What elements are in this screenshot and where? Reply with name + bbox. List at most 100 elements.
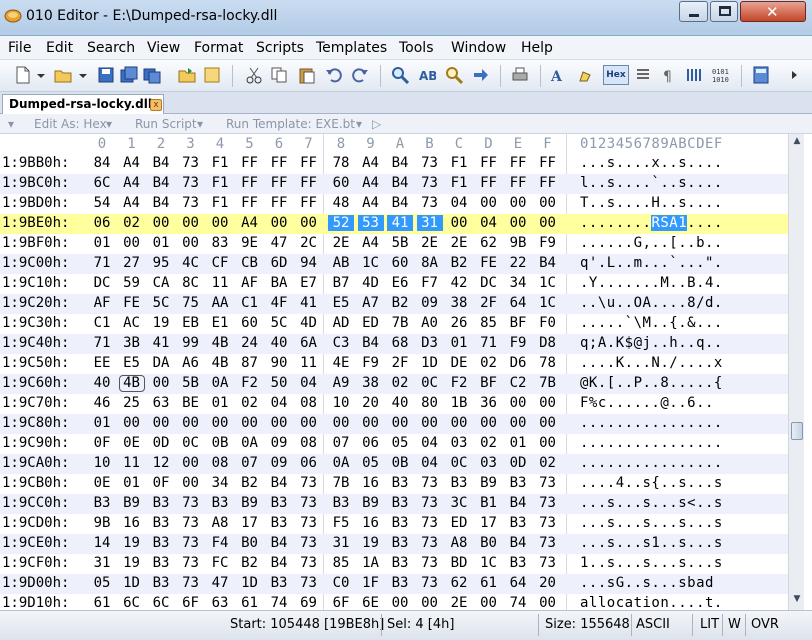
hex-byte[interactable]: D3 bbox=[417, 335, 443, 351]
hex-byte[interactable]: AA bbox=[207, 295, 233, 311]
hex-byte[interactable]: FF bbox=[237, 195, 263, 211]
hex-byte[interactable]: 00 bbox=[296, 215, 322, 231]
hex-byte[interactable]: F5 bbox=[328, 515, 354, 531]
maximize-button[interactable] bbox=[710, 1, 738, 22]
hex-byte[interactable]: 00 bbox=[535, 215, 561, 231]
hex-byte[interactable]: B4 bbox=[535, 255, 561, 271]
char-encoding[interactable]: ASCII bbox=[636, 617, 670, 632]
copy-icon[interactable] bbox=[270, 66, 288, 84]
hex-byte[interactable]: 73 bbox=[417, 575, 443, 591]
run-script-chevron-icon[interactable]: ▾ bbox=[197, 117, 203, 131]
paste-icon[interactable] bbox=[298, 66, 316, 84]
hex-byte[interactable]: 2E bbox=[328, 235, 354, 251]
hex-editor[interactable]: 0123456789ABCDEF 0123456789ABCDEF 1:9BB0… bbox=[0, 134, 788, 611]
calculator-icon[interactable] bbox=[752, 66, 770, 84]
hex-byte[interactable]: 0D bbox=[148, 435, 174, 451]
hex-byte[interactable]: 00 bbox=[266, 215, 292, 231]
save-icon[interactable] bbox=[97, 66, 115, 84]
hex-byte[interactable]: 17 bbox=[476, 515, 502, 531]
menu-window[interactable]: Window bbox=[451, 40, 506, 56]
hex-row[interactable]: 1:9C20h: AF FE 5C 75 AA C1 4F 41 E5 A7 B2 09 38 2F 64 1C… bbox=[0, 294, 788, 314]
hex-byte[interactable]: 07 bbox=[237, 455, 263, 471]
hex-byte[interactable]: 0D bbox=[505, 455, 531, 471]
hex-byte[interactable]: 73 bbox=[417, 515, 443, 531]
run-template-play-icon[interactable]: ▷ bbox=[372, 117, 381, 131]
hex-byte[interactable]: 00 bbox=[207, 415, 233, 431]
hex-byte[interactable]: B3 bbox=[148, 555, 174, 571]
hex-row[interactable]: 1:9CD0h: 9B 16 B3 73 A8 17 B3 73 F5 16 B3 73 ED 17 B3 73… bbox=[0, 514, 788, 534]
hex-byte[interactable]: FF bbox=[296, 175, 322, 191]
hex-byte[interactable]: B4 bbox=[148, 155, 174, 171]
hex-byte[interactable]: 36 bbox=[476, 395, 502, 411]
hex-byte[interactable]: B4 bbox=[387, 195, 413, 211]
hex-byte[interactable]: E5 bbox=[328, 295, 354, 311]
hex-byte[interactable]: 08 bbox=[207, 455, 233, 471]
hex-byte[interactable]: 11 bbox=[207, 275, 233, 291]
hex-byte[interactable]: B4 bbox=[505, 495, 531, 511]
hex-byte[interactable]: 4D bbox=[296, 315, 322, 331]
ascii-text[interactable]: T..s....H..s.... bbox=[580, 195, 723, 211]
hex-byte[interactable]: B2 bbox=[446, 255, 472, 271]
hex-byte[interactable]: 9B bbox=[89, 515, 115, 531]
hex-byte[interactable]: B1 bbox=[476, 495, 502, 511]
hex-byte[interactable]: 04 bbox=[296, 375, 322, 391]
file-tab[interactable]: Dumped-rsa-locky.dll x bbox=[2, 94, 164, 115]
hex-byte[interactable]: 73 bbox=[535, 515, 561, 531]
hex-byte[interactable]: B9 bbox=[119, 495, 145, 511]
hex-row[interactable]: 1:9C60h: 40 4B 00 5B 0A F2 50 04 A9 38 02 0C F2 BF C2 7B… bbox=[0, 374, 788, 394]
hex-byte[interactable]: B9 bbox=[476, 475, 502, 491]
edit-as-chevron-icon[interactable]: ▾ bbox=[106, 117, 112, 131]
hex-byte[interactable]: 42 bbox=[446, 275, 472, 291]
hex-byte[interactable]: 31 bbox=[328, 535, 354, 551]
ascii-text[interactable]: F%c......@..6.. bbox=[580, 395, 714, 411]
hex-byte[interactable]: 02 bbox=[476, 435, 502, 451]
hex-byte[interactable]: 00 bbox=[476, 195, 502, 211]
hex-byte[interactable]: F7 bbox=[417, 275, 443, 291]
hex-byte[interactable]: FF bbox=[535, 155, 561, 171]
hex-byte[interactable]: 40 bbox=[387, 395, 413, 411]
hex-byte[interactable]: F9 bbox=[358, 355, 384, 371]
hex-byte[interactable]: 03 bbox=[446, 435, 472, 451]
replace-icon[interactable]: AB bbox=[418, 66, 436, 84]
hex-byte[interactable]: 60 bbox=[387, 255, 413, 271]
hex-byte[interactable]: ED bbox=[358, 315, 384, 331]
hex-byte[interactable]: CA bbox=[148, 275, 174, 291]
hex-byte[interactable]: F2 bbox=[446, 375, 472, 391]
hex-byte[interactable]: F9 bbox=[535, 235, 561, 251]
hex-row[interactable]: 1:9BE0h: 06 02 00 00 00 A4 00 00 52 53 41 31 00 04 00 00… bbox=[0, 214, 788, 234]
hex-byte[interactable]: B9 bbox=[237, 495, 263, 511]
hex-byte[interactable]: 3C bbox=[446, 495, 472, 511]
hex-byte[interactable]: 01 bbox=[207, 395, 233, 411]
hex-byte[interactable]: 0A bbox=[328, 455, 354, 471]
hex-byte[interactable]: B3 bbox=[387, 555, 413, 571]
hex-byte[interactable]: 73 bbox=[178, 515, 204, 531]
hex-byte[interactable]: 07 bbox=[328, 435, 354, 451]
hex-byte[interactable]: 0C bbox=[417, 375, 443, 391]
hex-byte[interactable]: B3 bbox=[387, 515, 413, 531]
hex-byte[interactable]: 00 bbox=[328, 415, 354, 431]
hex-byte[interactable]: 00 bbox=[505, 215, 531, 231]
hex-byte[interactable]: 8C bbox=[178, 275, 204, 291]
hex-byte[interactable]: B4 bbox=[505, 535, 531, 551]
hex-byte[interactable]: F1 bbox=[446, 175, 472, 191]
hex-byte[interactable]: D6 bbox=[505, 355, 531, 371]
hex-byte[interactable]: 05 bbox=[89, 575, 115, 591]
menu-search[interactable]: Search bbox=[87, 40, 135, 56]
hex-byte[interactable]: 0C bbox=[446, 455, 472, 471]
ascii-text[interactable]: .....`\M..{.&... bbox=[580, 315, 723, 331]
hex-byte[interactable]: 06 bbox=[89, 215, 115, 231]
insert-mode[interactable]: OVR bbox=[751, 617, 779, 632]
hex-byte[interactable]: 73 bbox=[178, 195, 204, 211]
goto-icon[interactable] bbox=[472, 66, 490, 84]
hex-byte[interactable]: B9 bbox=[358, 495, 384, 511]
hex-byte[interactable]: 09 bbox=[417, 295, 443, 311]
hex-byte[interactable]: C0 bbox=[328, 575, 354, 591]
hex-byte[interactable]: FE bbox=[119, 295, 145, 311]
hex-byte[interactable]: 00 bbox=[535, 595, 561, 611]
hex-byte[interactable]: 04 bbox=[446, 195, 472, 211]
hex-byte[interactable]: 61 bbox=[89, 595, 115, 611]
hex-byte[interactable]: FF bbox=[237, 155, 263, 171]
hex-row[interactable]: 1:9C30h: C1 AC 19 EB E1 60 5C 4D AD ED 7B A0 26 85 BF F0… bbox=[0, 314, 788, 334]
hex-row[interactable]: 1:9BD0h: 54 A4 B4 73 F1 FF FF FF 48 A4 B4 73 04 00 00 00… bbox=[0, 194, 788, 214]
hex-byte[interactable]: 20 bbox=[358, 395, 384, 411]
